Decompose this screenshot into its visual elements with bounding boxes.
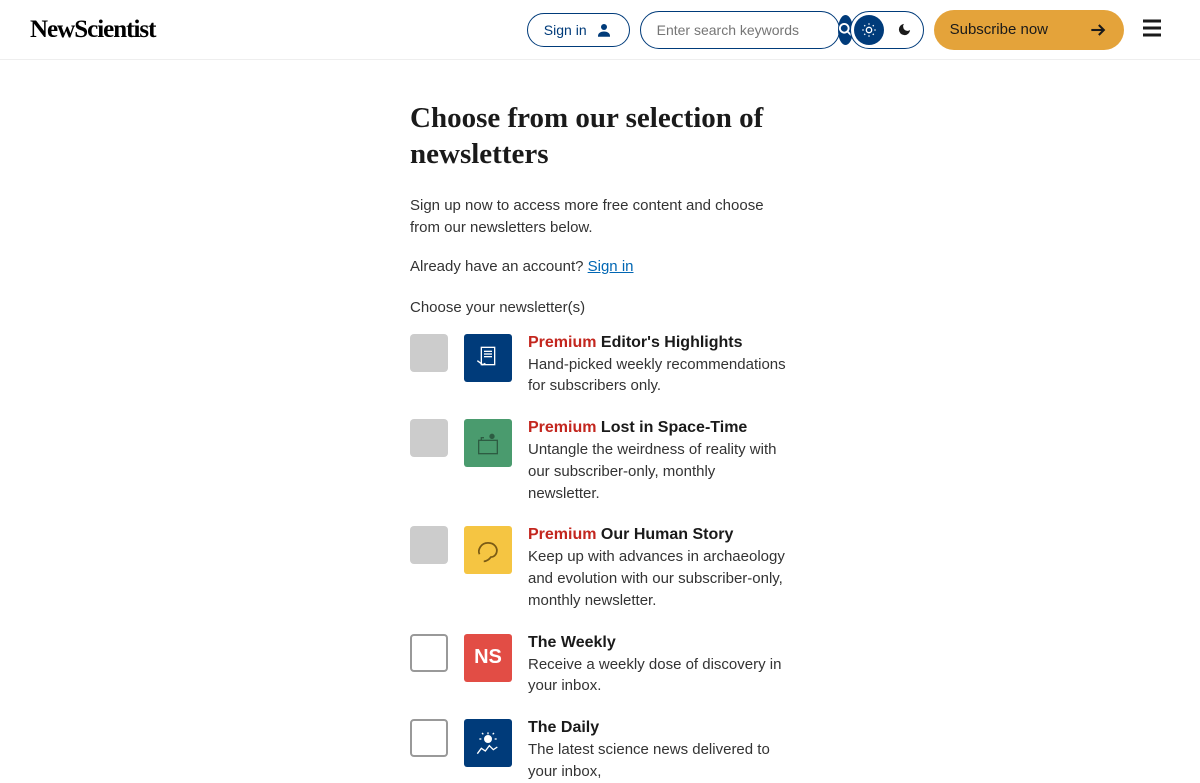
search-input[interactable]: [657, 22, 838, 38]
sun-icon: [854, 15, 884, 45]
moon-icon: [890, 15, 920, 45]
newsletter-item: Premium Lost in Space-Time Untangle the w…: [410, 419, 790, 504]
newsletter-text: Premium Lost in Space-Time Untangle the w…: [528, 419, 790, 504]
search-box[interactable]: [640, 11, 840, 49]
newsletter-item: Premium Editor's Highlights Hand-picked w…: [410, 334, 790, 398]
newsletter-checkbox: [410, 526, 448, 564]
theme-toggle[interactable]: [850, 11, 924, 49]
newsletter-text: Premium Our Human Story Keep up with adva…: [528, 526, 790, 611]
newsletter-title-text: Lost in Space-Time: [601, 419, 747, 436]
newsletter-desc: Untangle the weirdness of reality with o…: [528, 439, 790, 504]
newsletter-item: Premium Our Human Story Keep up with adva…: [410, 526, 790, 611]
account-line: Already have an account? Sign in: [410, 258, 790, 275]
newsletter-text: The Daily The latest science news deliver…: [528, 719, 790, 783]
newsletter-icon: NS: [464, 634, 512, 682]
newsletter-desc: Hand-picked weekly recommendations for s…: [528, 354, 790, 398]
signin-link[interactable]: Sign in: [588, 258, 634, 275]
newsletter-title-text: The Daily: [528, 719, 599, 736]
intro-text: Sign up now to access more free content …: [410, 195, 790, 240]
page-title: Choose from our selection of newsletters: [410, 100, 790, 173]
newsletter-text: Premium Editor's Highlights Hand-picked w…: [528, 334, 790, 398]
newsletter-title: The Daily: [528, 719, 790, 737]
premium-badge: Premium: [528, 526, 601, 543]
arrow-right-icon: [1088, 20, 1108, 40]
newsletter-checkbox: [410, 419, 448, 457]
newsletter-icon: [464, 719, 512, 767]
main-content: Choose from our selection of newsletters…: [390, 100, 810, 783]
menu-button[interactable]: [1134, 12, 1170, 47]
signin-label: Sign in: [544, 22, 587, 38]
subscribe-button[interactable]: Subscribe now: [934, 10, 1124, 50]
newsletter-desc: The latest science news delivered to you…: [528, 739, 790, 783]
premium-badge: Premium: [528, 419, 601, 436]
newsletter-list: Premium Editor's Highlights Hand-picked w…: [410, 334, 790, 783]
signin-button[interactable]: Sign in: [527, 13, 630, 47]
newsletter-title-text: The Weekly: [528, 634, 616, 651]
top-header: NewScientist Sign in Subscribe now: [0, 0, 1200, 60]
newsletter-item: The Daily The latest science news deliver…: [410, 719, 790, 783]
newsletter-icon: [464, 419, 512, 467]
newsletter-checkbox[interactable]: [410, 719, 448, 757]
newsletter-item: NS The Weekly Receive a weekly dose of dis…: [410, 634, 790, 698]
user-icon: [595, 21, 613, 39]
choose-label: Choose your newsletter(s): [410, 299, 790, 316]
hamburger-icon: [1138, 16, 1166, 40]
newsletter-checkbox: [410, 334, 448, 372]
newsletter-checkbox[interactable]: [410, 634, 448, 672]
newsletter-title-text: Editor's Highlights: [601, 334, 743, 351]
newsletter-icon: [464, 334, 512, 382]
newsletter-icon: [464, 526, 512, 574]
account-prefix: Already have an account?: [410, 258, 588, 275]
newsletter-title-text: Our Human Story: [601, 526, 733, 543]
logo[interactable]: NewScientist: [30, 16, 155, 44]
subscribe-label: Subscribe now: [950, 21, 1048, 38]
header-actions: Sign in Subscribe now: [527, 10, 1170, 50]
premium-badge: Premium: [528, 334, 601, 351]
newsletter-title: The Weekly: [528, 634, 790, 652]
newsletter-title: Premium Our Human Story: [528, 526, 790, 544]
newsletter-desc: Receive a weekly dose of discovery in yo…: [528, 654, 790, 698]
newsletter-text: The Weekly Receive a weekly dose of disco…: [528, 634, 790, 698]
newsletter-title: Premium Editor's Highlights: [528, 334, 790, 352]
newsletter-desc: Keep up with advances in archaeology and…: [528, 546, 790, 611]
newsletter-title: Premium Lost in Space-Time: [528, 419, 790, 437]
